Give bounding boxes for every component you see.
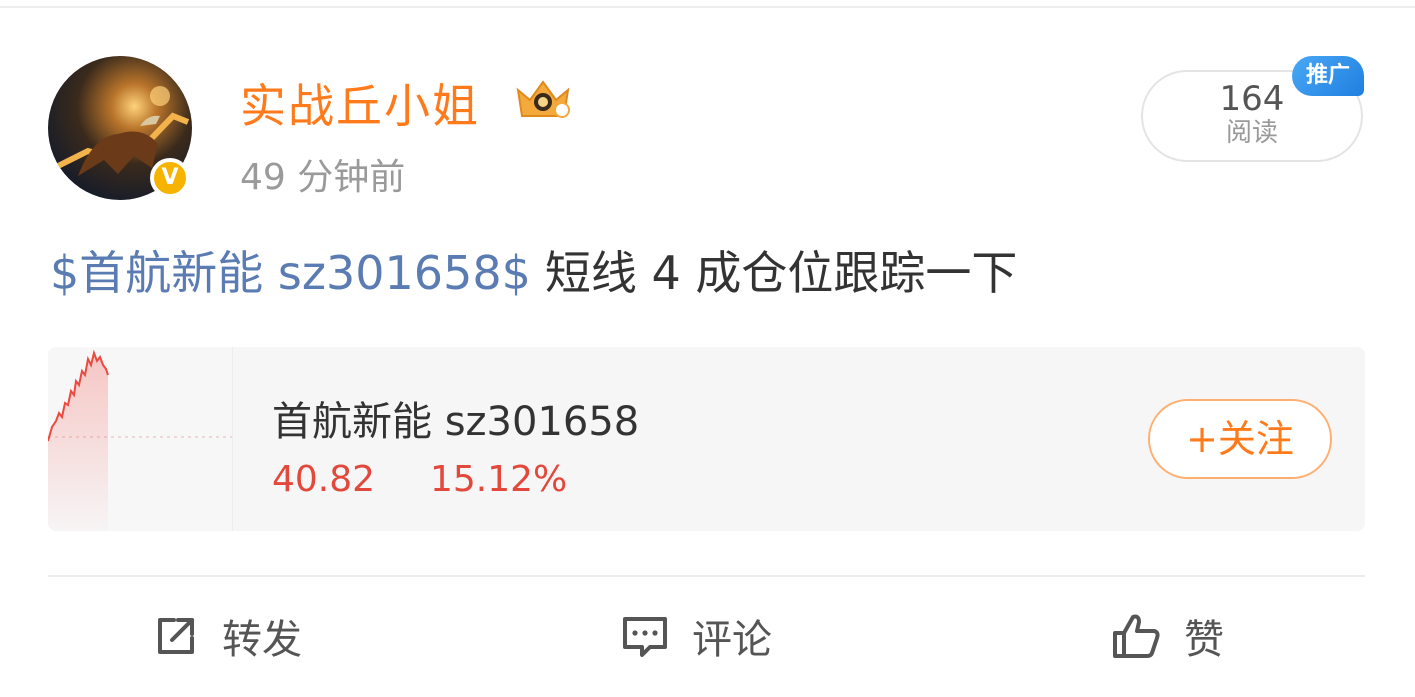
author-name[interactable]: 实战丘小姐 bbox=[240, 70, 480, 136]
stock-sparkline bbox=[48, 347, 233, 531]
crown-icon bbox=[516, 80, 570, 118]
stock-name: 首航新能 sz301658 bbox=[272, 399, 640, 445]
post-text: $首航新能 sz301658$ 短线 4 成仓位跟踪一下 bbox=[50, 240, 1017, 306]
stock-topic-link[interactable]: $首航新能 sz301658$ bbox=[50, 246, 531, 300]
repost-icon bbox=[158, 618, 194, 654]
stock-change-percent: 15.12% bbox=[430, 459, 568, 500]
comment-icon bbox=[623, 617, 667, 657]
weibo-post-card: V 实战丘小姐 49 分钟前 164 阅读 推广 $首航新能 sz301658$… bbox=[0, 0, 1415, 697]
repost-label: 转发 bbox=[222, 617, 302, 663]
thumbs-up-icon bbox=[1113, 614, 1160, 658]
action-bar-divider bbox=[48, 575, 1365, 577]
post-timestamp: 49 分钟前 bbox=[240, 157, 406, 198]
post-body: 短线 4 成仓位跟踪一下 bbox=[544, 246, 1018, 300]
stock-price: 40.82 bbox=[272, 459, 376, 500]
top-divider bbox=[0, 6, 1415, 8]
like-label: 赞 bbox=[1184, 617, 1224, 663]
promo-tag: 推广 bbox=[1292, 56, 1364, 96]
repost-button[interactable]: 转发 bbox=[152, 606, 302, 666]
follow-button[interactable]: +关注 bbox=[1148, 399, 1332, 479]
like-button[interactable]: 赞 bbox=[1110, 606, 1224, 666]
comment-label: 评论 bbox=[692, 617, 772, 663]
stock-card[interactable]: 首航新能 sz301658 40.82 15.12% +关注 bbox=[48, 347, 1365, 531]
verified-icon: V bbox=[150, 158, 190, 198]
read-label: 阅读 bbox=[1225, 118, 1278, 148]
comment-button[interactable]: 评论 bbox=[620, 606, 772, 666]
